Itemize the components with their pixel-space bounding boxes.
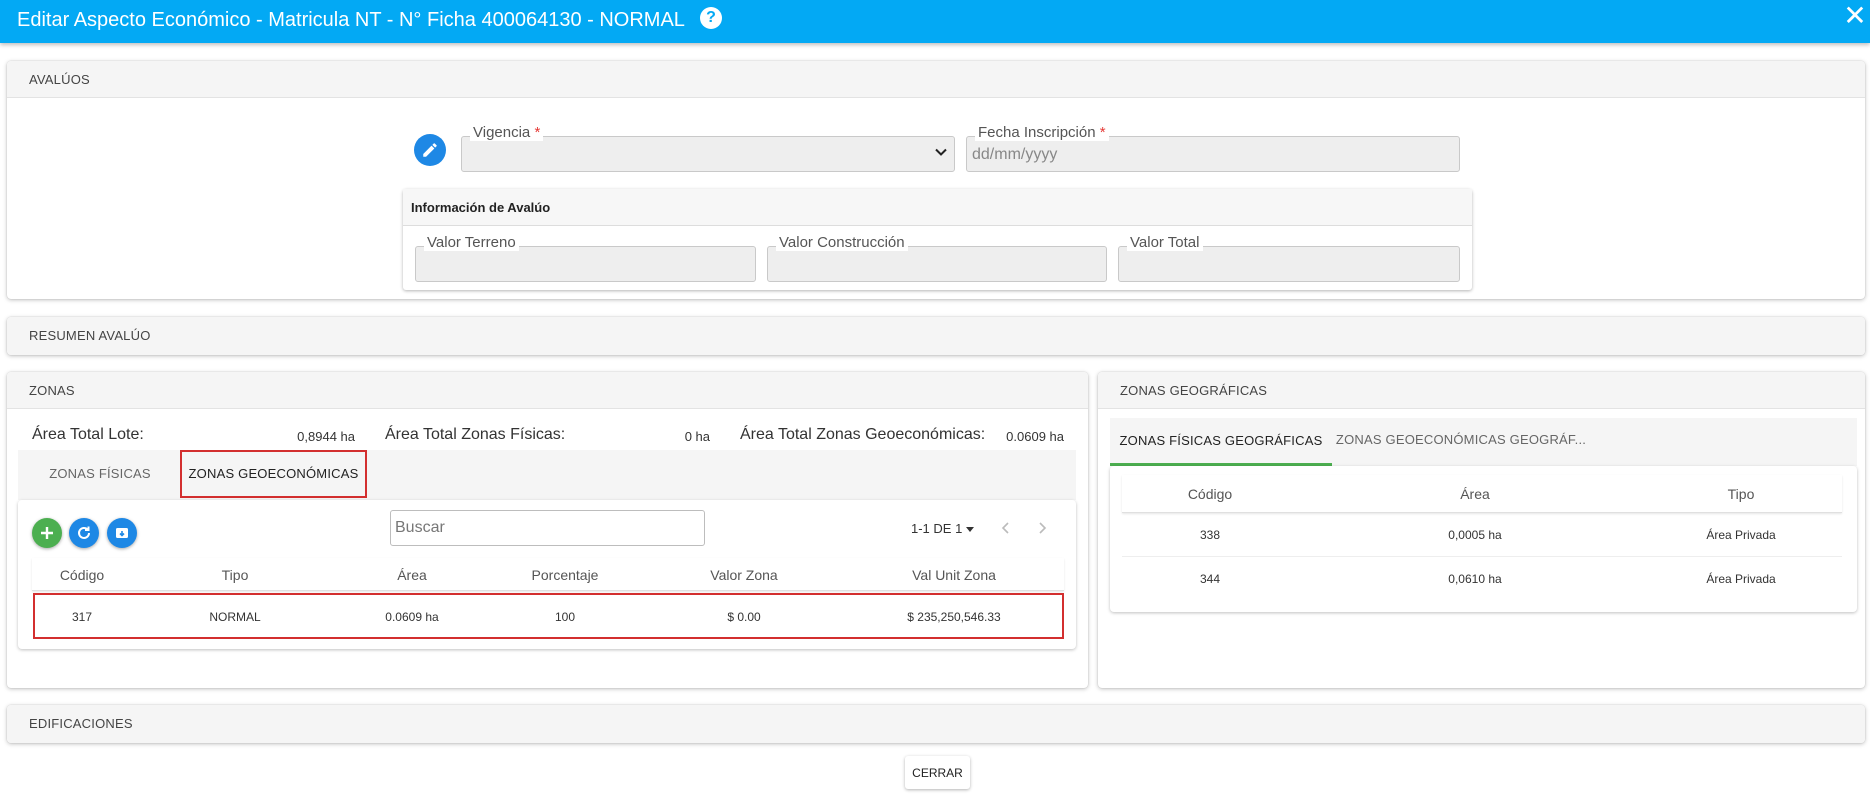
chevron-down-icon bbox=[935, 148, 947, 156]
area-total-lote-value: 0,8944 ha bbox=[297, 429, 355, 444]
refresh-icon bbox=[78, 526, 90, 539]
vigencia-label: Vigencia * bbox=[470, 125, 544, 141]
tab-zonas-fisicas[interactable]: ZONAS FÍSICAS bbox=[30, 450, 170, 498]
add-icon bbox=[41, 527, 53, 539]
col-area[interactable]: Área bbox=[362, 567, 462, 583]
zonas-geograficas-header: ZONAS GEOGRÁFICAS bbox=[1098, 372, 1865, 409]
caret-down-icon bbox=[966, 527, 975, 533]
valor-total-label: Valor Total bbox=[1127, 235, 1203, 251]
row-porcentaje: 100 bbox=[554, 610, 576, 624]
edificaciones-panel[interactable]: EDIFICACIONES bbox=[7, 705, 1865, 743]
fecha-inscripcion-field[interactable]: Fecha Inscripción * dd/mm/yyyy bbox=[966, 125, 1460, 172]
area-zonas-geo-label: Área Total Zonas Geoeconómicas: bbox=[740, 426, 986, 443]
zonas-header: ZONAS bbox=[7, 372, 1088, 409]
area-zonas-fisicas-label: Área Total Zonas Físicas: bbox=[385, 426, 566, 443]
help-icon[interactable]: ? bbox=[700, 7, 722, 29]
edificaciones-header: EDIFICACIONES bbox=[7, 705, 1865, 743]
row-val-unit-zona: $ 235,250,546.33 bbox=[907, 610, 1001, 624]
area-zonas-geo-value: 0.0609 ha bbox=[1006, 429, 1064, 444]
pager-text: 1-1 DE 1 bbox=[911, 521, 963, 536]
valor-terreno-label: Valor Terreno bbox=[424, 235, 519, 251]
geo-row-codigo: 344 bbox=[1199, 572, 1221, 586]
archive-icon bbox=[116, 528, 128, 538]
search-input[interactable] bbox=[390, 510, 705, 546]
row-valor-zona: $ 0.00 bbox=[727, 610, 761, 624]
informacion-avaluo-panel: Información de Avalúo Valor Terreno Valo… bbox=[403, 189, 1472, 290]
close-icon[interactable]: ✕ bbox=[1842, 2, 1868, 30]
row-area: 0.0609 ha bbox=[385, 610, 439, 624]
row-tipo: NORMAL bbox=[209, 610, 261, 624]
valor-construccion-field[interactable]: Valor Construcción bbox=[767, 235, 1107, 282]
geo-row-area: 0,0005 ha bbox=[1448, 528, 1502, 542]
tab-zonas-fisicas-geograficas[interactable]: ZONAS FÍSICAS GEOGRÁFICAS bbox=[1110, 418, 1332, 466]
vigencia-select[interactable]: Vigencia * bbox=[461, 125, 955, 172]
row-codigo: 317 bbox=[71, 610, 93, 624]
avaluos-header: AVALÚOS bbox=[7, 61, 1865, 98]
geo-col-codigo[interactable]: Código bbox=[1160, 486, 1260, 502]
valor-total-field[interactable]: Valor Total bbox=[1118, 235, 1460, 282]
refresh-button[interactable] bbox=[69, 518, 99, 548]
tab-zonas-geoeconomicas[interactable]: ZONAS GEOECONÓMICAS bbox=[180, 450, 367, 498]
tab-zonas-geoeconomicas-geograficas[interactable]: ZONAS GEOECONÓMICAS GEOGRÁF... bbox=[1332, 416, 1590, 464]
chevron-left-icon[interactable] bbox=[1000, 521, 1012, 535]
col-codigo[interactable]: Código bbox=[32, 567, 132, 583]
dialog-title: Editar Aspecto Económico - Matricula NT … bbox=[17, 9, 685, 31]
geo-row-codigo: 338 bbox=[1199, 528, 1221, 542]
zonas-tabs-bar bbox=[18, 450, 1076, 500]
col-valor-zona[interactable]: Valor Zona bbox=[694, 567, 794, 583]
resumen-avaluo-panel[interactable]: RESUMEN AVALÚO bbox=[7, 317, 1865, 355]
informacion-avaluo-title: Información de Avalúo bbox=[403, 189, 1472, 226]
pager-select[interactable]: 1-1 DE 1 bbox=[911, 521, 975, 536]
area-total-lote-label: Área Total Lote: bbox=[32, 426, 144, 443]
col-val-unit-zona[interactable]: Val Unit Zona bbox=[894, 567, 1014, 583]
add-zone-button[interactable] bbox=[32, 518, 62, 548]
geo-row-tipo: Área Privada bbox=[1706, 572, 1776, 586]
fecha-inscripcion-placeholder: dd/mm/yyyy bbox=[972, 146, 1058, 163]
geo-col-area[interactable]: Área bbox=[1425, 486, 1525, 502]
edit-icon[interactable] bbox=[414, 134, 446, 166]
close-button[interactable]: CERRAR bbox=[905, 756, 970, 789]
area-zonas-fisicas-value: 0 ha bbox=[684, 429, 710, 444]
chevron-right-icon[interactable] bbox=[1036, 521, 1048, 535]
col-tipo[interactable]: Tipo bbox=[185, 567, 285, 583]
geo-row-tipo: Área Privada bbox=[1706, 528, 1776, 542]
valor-construccion-label: Valor Construcción bbox=[776, 235, 908, 251]
geo-col-tipo[interactable]: Tipo bbox=[1691, 486, 1791, 502]
dialog-titlebar: Editar Aspecto Económico - Matricula NT … bbox=[0, 0, 1870, 43]
archive-button[interactable] bbox=[107, 518, 137, 548]
resumen-avaluo-header: RESUMEN AVALÚO bbox=[7, 317, 1865, 355]
fecha-inscripcion-label: Fecha Inscripción * bbox=[975, 125, 1109, 141]
geo-row-area: 0,0610 ha bbox=[1448, 572, 1502, 586]
valor-terreno-field[interactable]: Valor Terreno bbox=[415, 235, 756, 282]
col-porcentaje[interactable]: Porcentaje bbox=[515, 567, 615, 583]
